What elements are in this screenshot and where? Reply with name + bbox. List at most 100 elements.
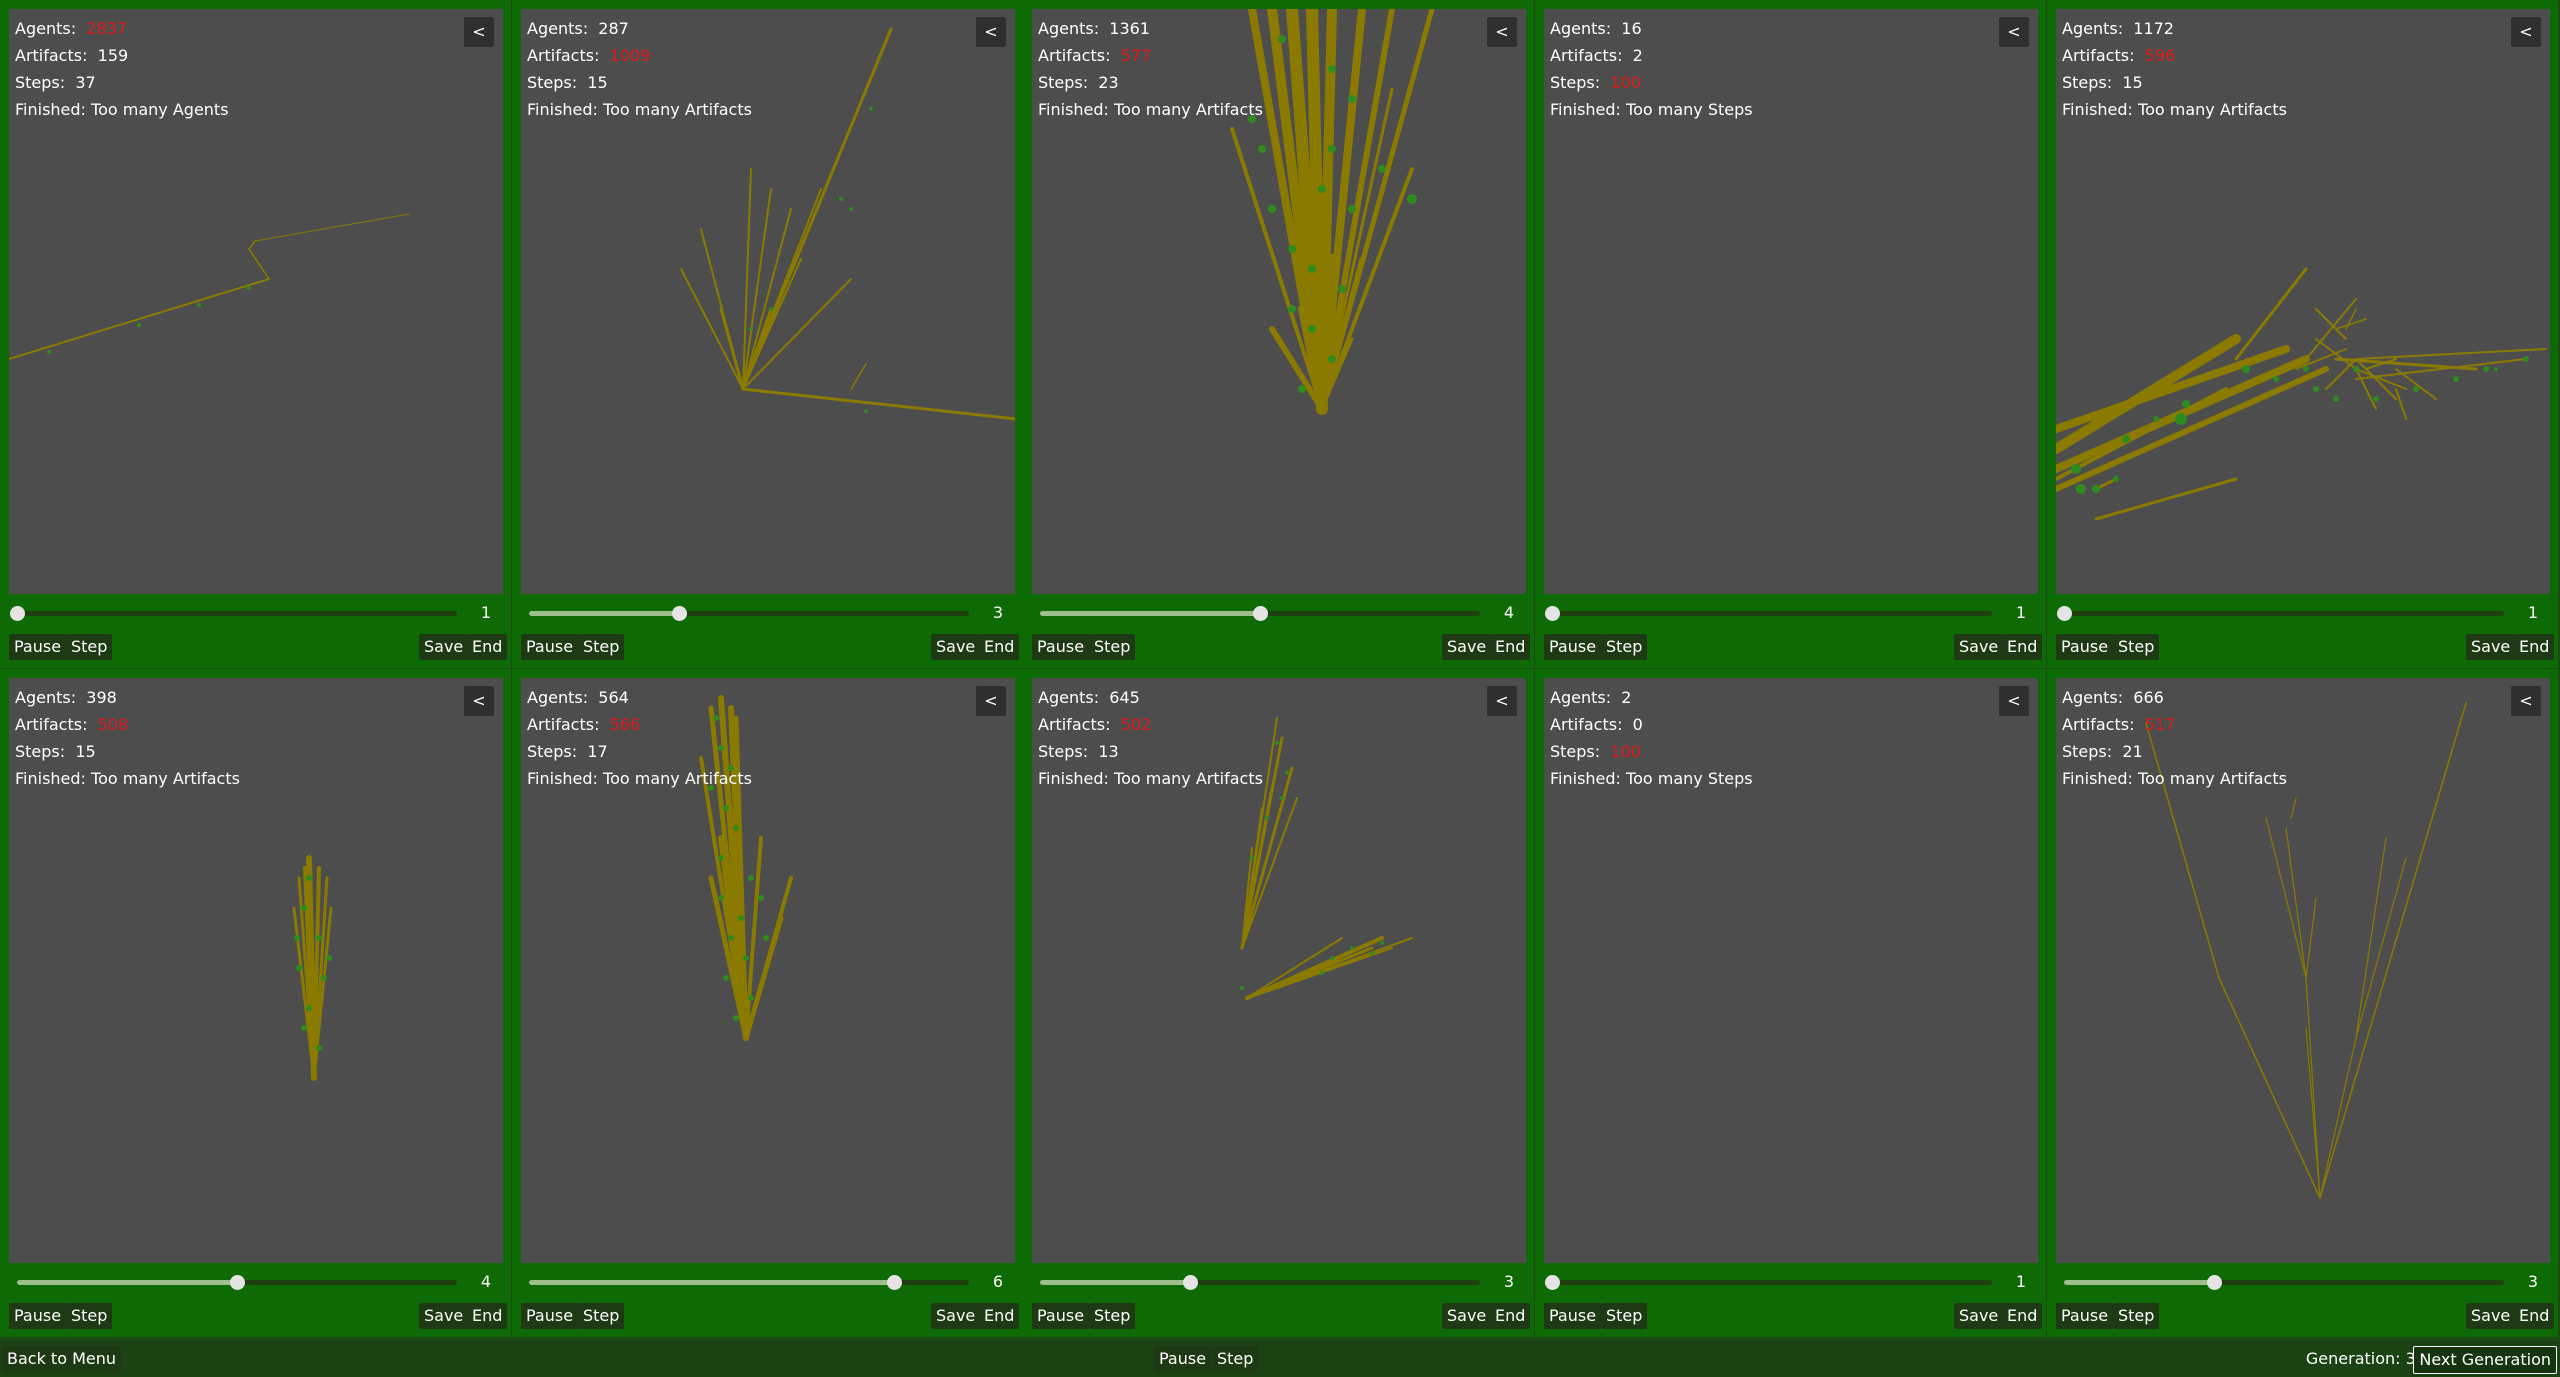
simulation-viewport[interactable]: Agents: 1172 Artifacts: 596 Steps: 15 Finis… (2056, 9, 2550, 594)
timeline-slider[interactable]: 6 (521, 1269, 1015, 1295)
end-button[interactable]: End (979, 1303, 1020, 1329)
slider-thumb[interactable] (230, 1275, 245, 1290)
timeline-slider[interactable]: 4 (9, 1269, 503, 1295)
pause-button[interactable]: Pause (1032, 634, 1090, 660)
end-button[interactable]: End (1490, 1303, 1531, 1329)
collapse-button[interactable]: < (1487, 686, 1517, 716)
save-button[interactable]: Save (419, 634, 469, 660)
collapse-button[interactable]: < (976, 17, 1006, 47)
simulation-viewport[interactable]: Agents: 564 Artifacts: 566 Steps: 17 Finish… (521, 678, 1015, 1263)
end-button[interactable]: End (467, 1303, 508, 1329)
save-button[interactable]: Save (1442, 634, 1492, 660)
pause-button[interactable]: Pause (521, 634, 579, 660)
timeline-slider[interactable]: 1 (2056, 600, 2550, 626)
simulation-viewport[interactable]: Agents: 398 Artifacts: 508 Steps: 15 Finish… (9, 678, 503, 1263)
end-button[interactable]: End (2514, 1303, 2555, 1329)
simulation-viewport[interactable]: Agents: 2 Artifacts: 0 Steps: 100 Finished:… (1544, 678, 2038, 1263)
pause-button[interactable]: Pause (1544, 1303, 1602, 1329)
step-button[interactable]: Step (2113, 634, 2160, 660)
slider-thumb[interactable] (2207, 1275, 2222, 1290)
slider-track[interactable] (2057, 606, 2504, 621)
simulation-viewport[interactable]: Agents: 2837 Artifacts: 159 Steps: 37 Finis… (9, 9, 503, 594)
pause-button[interactable]: Pause (9, 1303, 67, 1329)
end-button[interactable]: End (1490, 634, 1531, 660)
pause-button[interactable]: Pause (9, 634, 67, 660)
timeline-slider[interactable]: 1 (1544, 1269, 2038, 1295)
collapse-button[interactable]: < (1999, 686, 2029, 716)
slider-track[interactable] (2064, 1275, 2504, 1290)
next-generation-button[interactable]: Next Generation (2413, 1346, 2557, 1374)
artifacts-stat: Artifacts: 596 (2062, 42, 2287, 69)
step-button[interactable]: Step (66, 1303, 113, 1329)
collapse-button[interactable]: < (464, 686, 494, 716)
collapse-button[interactable]: < (2511, 686, 2541, 716)
simulation-viewport[interactable]: Agents: 287 Artifacts: 1009 Steps: 15 Finis… (521, 9, 1015, 594)
pause-button[interactable]: Pause (2056, 634, 2114, 660)
save-button[interactable]: Save (931, 634, 981, 660)
step-button[interactable]: Step (1601, 634, 1648, 660)
plant-leaf (2076, 484, 2086, 494)
timeline-slider[interactable]: 1 (9, 600, 503, 626)
slider-track[interactable] (10, 606, 457, 621)
artifacts-stat-label: Artifacts: (527, 46, 600, 65)
slider-track[interactable] (1545, 1275, 1992, 1290)
step-button[interactable]: Step (1089, 1303, 1136, 1329)
slider-track[interactable] (1545, 606, 1992, 621)
slider-track[interactable] (1040, 606, 1480, 621)
simulation-viewport[interactable]: Agents: 1361 Artifacts: 577 Steps: 23 Finis… (1032, 9, 1526, 594)
collapse-button[interactable]: < (1999, 17, 2029, 47)
pause-button[interactable]: Pause (2056, 1303, 2114, 1329)
slider-thumb[interactable] (1183, 1275, 1198, 1290)
slider-track[interactable] (1040, 1275, 1480, 1290)
end-button[interactable]: End (467, 634, 508, 660)
agents-stat: Agents: 287 (527, 15, 752, 42)
slider-thumb[interactable] (1545, 1275, 1560, 1290)
pause-button[interactable]: Pause (1032, 1303, 1090, 1329)
save-button[interactable]: Save (2466, 634, 2516, 660)
slider-track[interactable] (529, 1275, 969, 1290)
slider-thumb[interactable] (887, 1275, 902, 1290)
step-button[interactable]: Step (1089, 634, 1136, 660)
step-button[interactable]: Step (1601, 1303, 1648, 1329)
end-button[interactable]: End (2002, 1303, 2043, 1329)
save-button[interactable]: Save (1954, 634, 2004, 660)
timeline-slider[interactable]: 4 (1032, 600, 1526, 626)
slider-track[interactable] (17, 1275, 457, 1290)
simulation-viewport[interactable]: Agents: 645 Artifacts: 502 Steps: 13 Finish… (1032, 678, 1526, 1263)
pause-button[interactable]: Pause (1544, 634, 1602, 660)
end-button[interactable]: End (2514, 634, 2555, 660)
global-step-button[interactable]: Step (1212, 1346, 1259, 1372)
timeline-slider[interactable]: 3 (1032, 1269, 1526, 1295)
back-to-menu-button[interactable]: Back to Menu (2, 1346, 122, 1372)
step-button[interactable]: Step (2113, 1303, 2160, 1329)
slider-thumb[interactable] (672, 606, 687, 621)
timeline-slider[interactable]: 3 (521, 600, 1015, 626)
timeline-slider[interactable]: 3 (2056, 1269, 2550, 1295)
step-button[interactable]: Step (578, 634, 625, 660)
save-button[interactable]: Save (1442, 1303, 1492, 1329)
simulation-viewport[interactable]: Agents: 16 Artifacts: 2 Steps: 100 Finished… (1544, 9, 2038, 594)
step-button[interactable]: Step (578, 1303, 625, 1329)
slider-thumb[interactable] (1253, 606, 1268, 621)
save-button[interactable]: Save (1954, 1303, 2004, 1329)
global-pause-button[interactable]: Pause (1154, 1346, 1212, 1372)
end-button[interactable]: End (979, 634, 1020, 660)
slider-thumb[interactable] (10, 606, 25, 621)
simulation-viewport[interactable]: Agents: 666 Artifacts: 517 Steps: 21 Finish… (2056, 678, 2550, 1263)
slider-track[interactable] (529, 606, 969, 621)
collapse-button[interactable]: < (1487, 17, 1517, 47)
save-button[interactable]: Save (419, 1303, 469, 1329)
save-button[interactable]: Save (2466, 1303, 2516, 1329)
pause-button[interactable]: Pause (521, 1303, 579, 1329)
slider-thumb[interactable] (1545, 606, 1560, 621)
save-button[interactable]: Save (931, 1303, 981, 1329)
step-button[interactable]: Step (66, 634, 113, 660)
collapse-button[interactable]: < (464, 17, 494, 47)
agents-stat-value: 666 (2133, 688, 2164, 707)
collapse-button[interactable]: < (2511, 17, 2541, 47)
collapse-button[interactable]: < (976, 686, 1006, 716)
end-button[interactable]: End (2002, 634, 2043, 660)
slider-thumb[interactable] (2057, 606, 2072, 621)
timeline-slider[interactable]: 1 (1544, 600, 2038, 626)
bottom-toolbar: Back to Menu Pause Step Generation: 31 N… (0, 1341, 2560, 1377)
